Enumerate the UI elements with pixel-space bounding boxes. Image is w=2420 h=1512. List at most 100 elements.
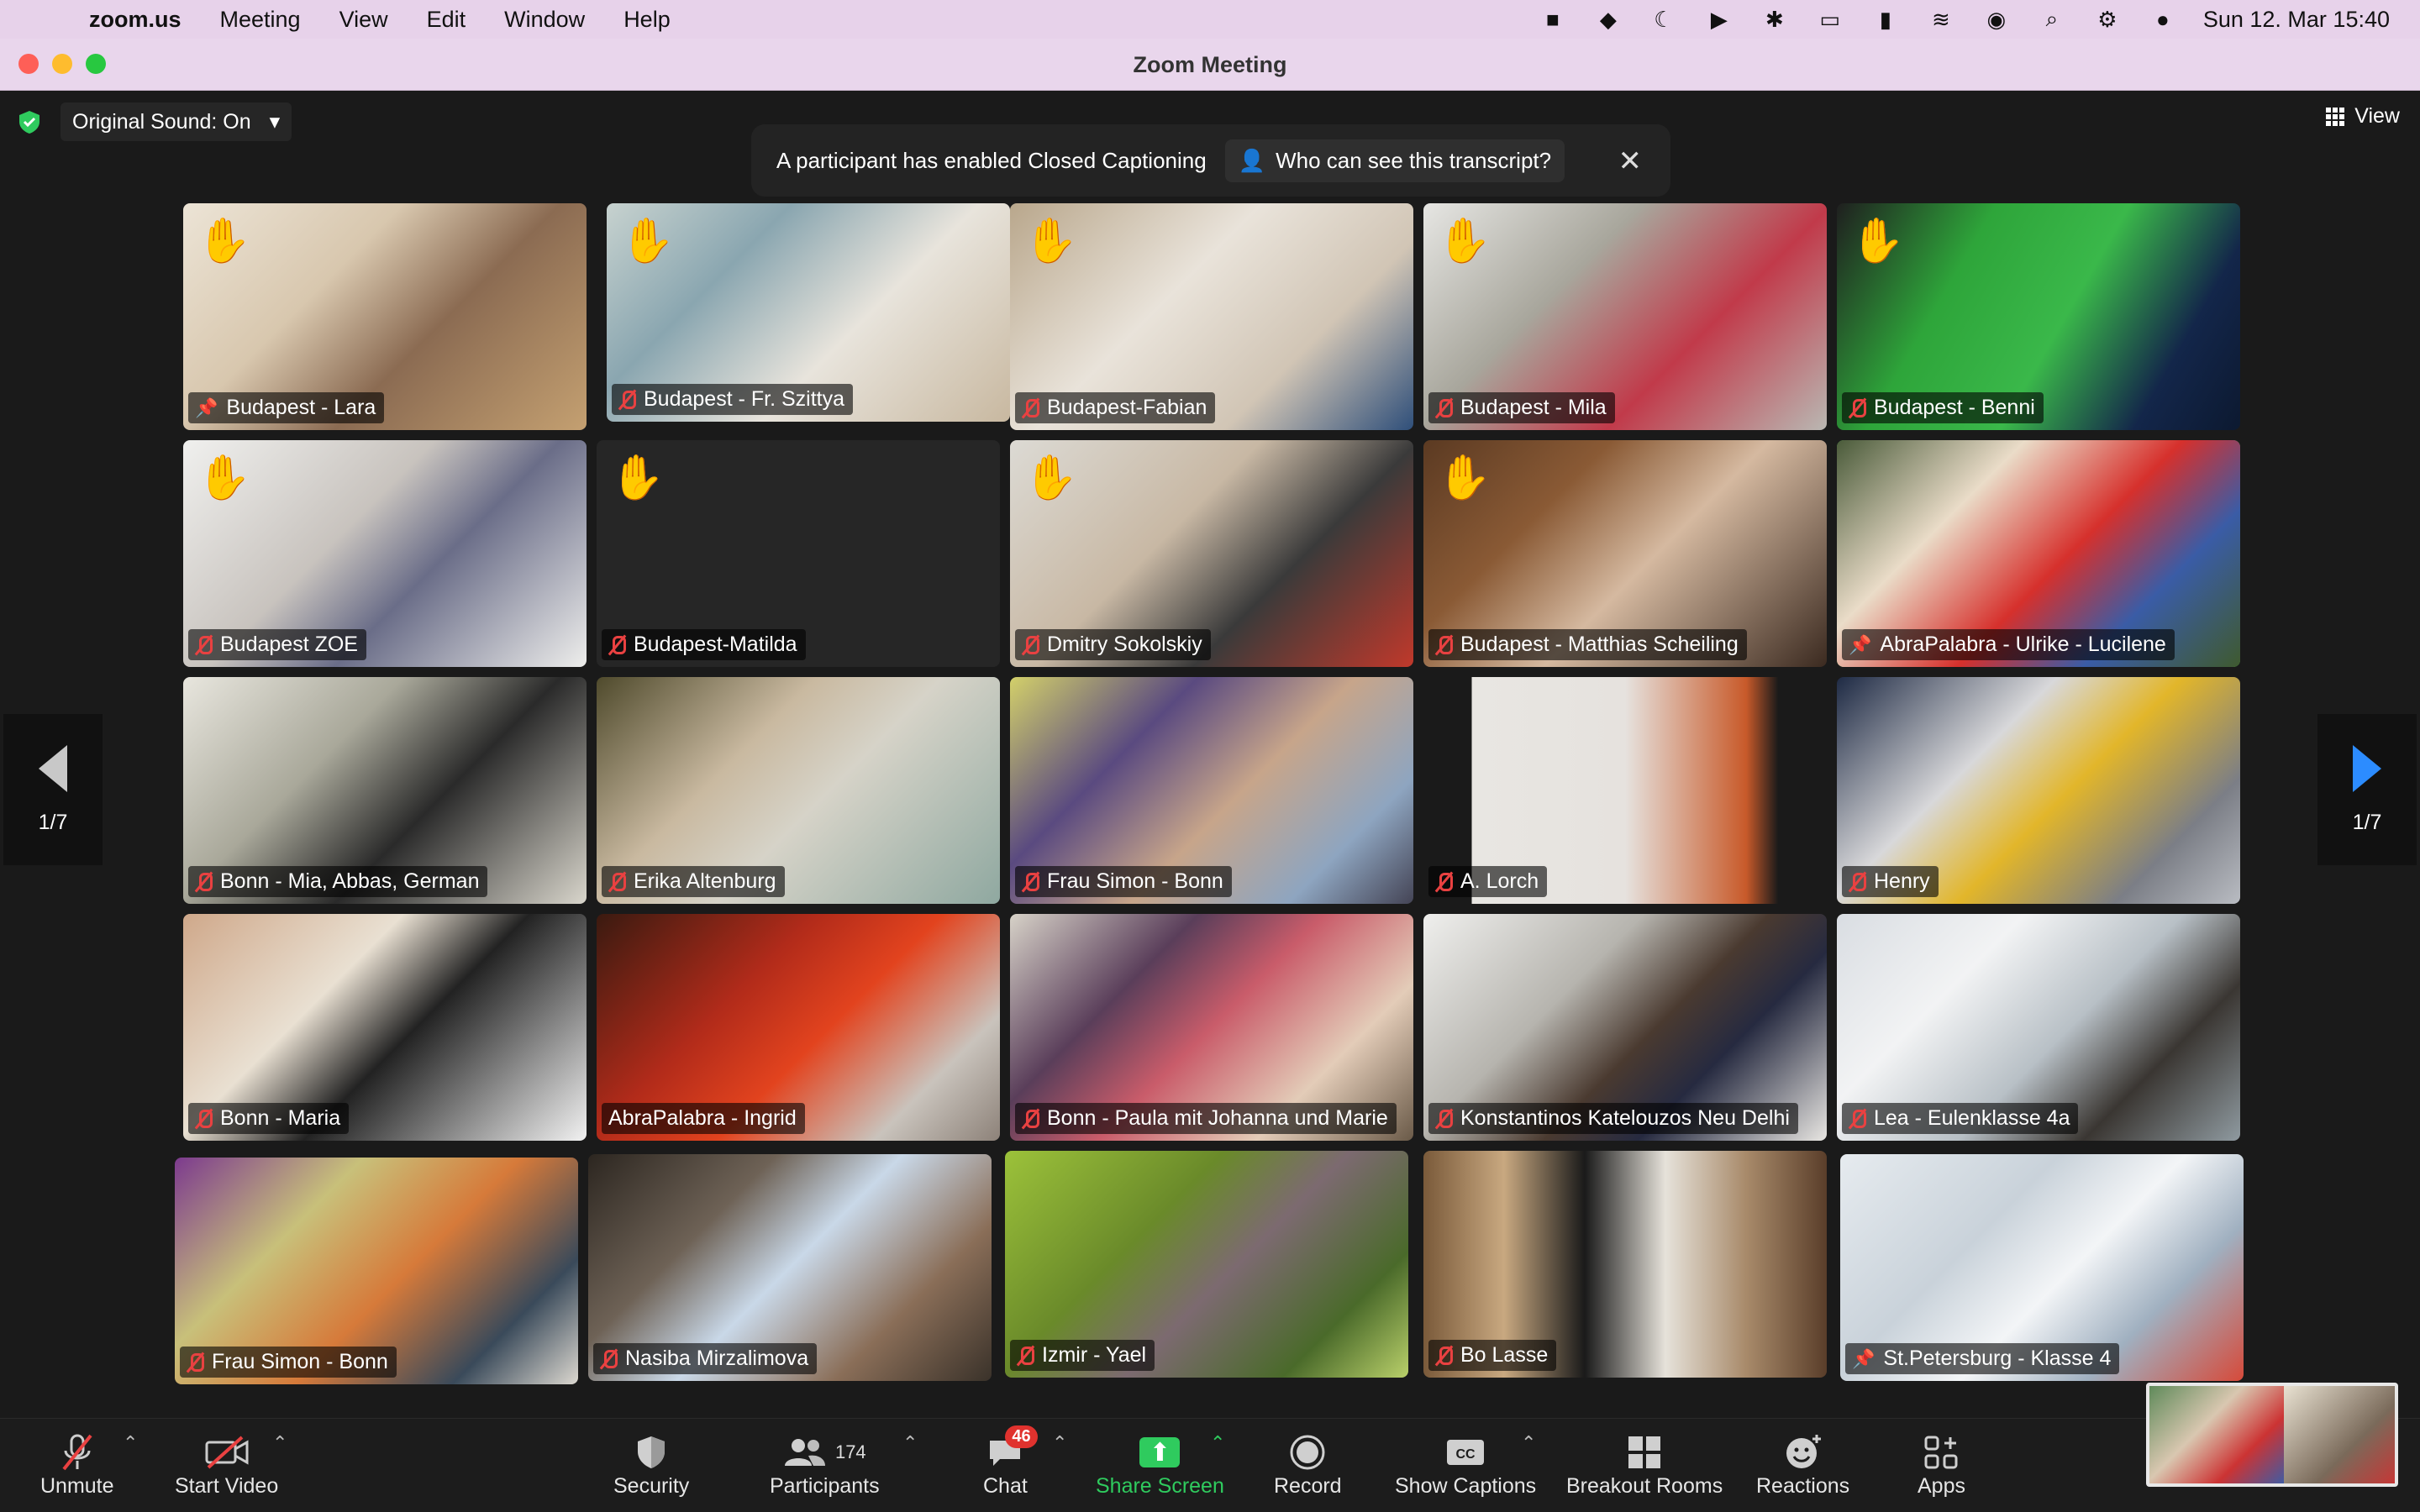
participant-name: Bonn - Maria [220, 1106, 341, 1130]
apps-label: Apps [1918, 1474, 1965, 1498]
reactions-button[interactable]: Reactions [1756, 1431, 1849, 1499]
participant-name-tag: Budapest - Matthias Scheiling [1428, 629, 1747, 660]
muted-mic-icon [195, 871, 213, 893]
video-options-caret[interactable]: ⌃ [272, 1431, 287, 1454]
video-tile[interactable]: Frau Simon - Bonn [1010, 677, 1413, 904]
video-tile[interactable]: ✋ Budapest-Matilda [597, 440, 1000, 667]
video-tile-active-speaker[interactable]: 📌 AbraPalabra - Ulrike - Lucilene [1837, 440, 2240, 667]
participant-name-tag: Bonn - Mia, Abbas, German [188, 866, 488, 897]
video-tile[interactable]: AbraPalabra - Ingrid [597, 914, 1000, 1141]
user-icon[interactable]: ◉ [1981, 7, 2012, 32]
participant-name-tag: Frau Simon - Bonn [180, 1347, 397, 1378]
macos-menu-bar: zoom.us Meeting View Edit Window Help ■ … [0, 0, 2420, 39]
video-tile[interactable]: ✋ Budapest - Mila [1423, 203, 1827, 430]
audio-options-caret[interactable]: ⌃ [123, 1431, 138, 1454]
unmute-button[interactable]: Unmute [40, 1431, 114, 1499]
chat-options-caret[interactable]: ⌃ [1052, 1431, 1067, 1454]
video-tile[interactable]: ✋ Budapest ZOE [183, 440, 587, 667]
siri-icon[interactable]: ● [2148, 7, 2178, 32]
menu-edit[interactable]: Edit [427, 7, 466, 33]
battery-icon[interactable]: ▮ [1870, 7, 1901, 32]
participant-name: Budapest - Matthias Scheiling [1460, 633, 1739, 656]
muted-mic-icon [1435, 634, 1453, 656]
participants-count: 174 [834, 1441, 866, 1462]
participant-name: Budapest ZOE [220, 633, 358, 656]
menu-view[interactable]: View [339, 7, 388, 33]
video-tile[interactable]: ✋ Budapest - Benni [1837, 203, 2240, 430]
security-shield-icon[interactable] [17, 109, 42, 134]
muted-mic-icon [195, 1108, 213, 1130]
video-tile[interactable]: ✋ Budapest - Fr. Szittya [607, 203, 1010, 422]
breakout-rooms-button[interactable]: Breakout Rooms [1566, 1431, 1723, 1499]
muted-mic-icon [1022, 634, 1039, 656]
menu-app[interactable]: zoom.us [89, 7, 182, 33]
participant-name-tag: 📌 Budapest - Lara [188, 392, 385, 423]
bluetooth-icon[interactable]: ✱ [1760, 7, 1790, 32]
shield-icon [634, 1431, 668, 1474]
participant-name-tag: Budapest-Matilda [602, 629, 806, 660]
start-video-button[interactable]: Start Video [175, 1431, 278, 1499]
chevron-up-icon: ⌃ [1210, 1432, 1226, 1453]
muted-mic-icon [1435, 871, 1453, 893]
original-sound-control: Original Sound: On ▾ [17, 102, 292, 141]
video-tile[interactable]: Bonn - Maria [183, 914, 587, 1141]
microphone-muted-icon [59, 1431, 96, 1474]
menu-help[interactable]: Help [623, 7, 671, 33]
captions-options-caret[interactable]: ⌃ [1521, 1431, 1536, 1454]
chevron-up-icon: ⌃ [123, 1432, 139, 1453]
share-screen-button[interactable]: ⬆ Share Screen [1096, 1431, 1224, 1499]
search-icon[interactable]: ⌕ [2037, 6, 2067, 32]
menu-window[interactable]: Window [504, 7, 585, 33]
next-page-button[interactable]: 1/7 [2317, 714, 2417, 865]
raised-hand-icon: ✋ [1437, 217, 1491, 265]
share-options-caret[interactable]: ⌃ [1210, 1431, 1225, 1454]
keyboard-icon[interactable]: ▭ [1815, 7, 1845, 32]
video-tile[interactable]: Bo Lasse [1423, 1151, 1827, 1378]
video-tile[interactable]: ✋ Budapest - Matthias Scheiling [1423, 440, 1827, 667]
participants-button[interactable]: 174 Participants [770, 1431, 880, 1499]
video-tile[interactable]: Bonn - Paula mit Johanna und Marie [1010, 914, 1413, 1141]
dropbox-icon[interactable]: ◆ [1593, 7, 1623, 32]
participant-name-tag: Henry [1842, 866, 1939, 897]
smiley-icon [1783, 1431, 1823, 1474]
video-tile[interactable]: Izmir - Yael [1005, 1151, 1408, 1378]
participants-options-caret[interactable]: ⌃ [902, 1431, 918, 1454]
original-sound-button[interactable]: Original Sound: On ▾ [60, 102, 292, 141]
record-button[interactable]: Record [1274, 1431, 1342, 1499]
video-tile[interactable]: A. Lorch [1423, 677, 1827, 904]
security-button[interactable]: Security [613, 1431, 689, 1499]
svg-text:CC: CC [1456, 1447, 1476, 1462]
who-can-see-transcript-button[interactable]: 👤 Who can see this transcript? [1224, 139, 1565, 182]
show-captions-button[interactable]: CC Show Captions [1395, 1431, 1536, 1499]
wifi-icon[interactable]: ≋ [1926, 7, 1956, 32]
self-view-video-right [2284, 1386, 2395, 1483]
view-button[interactable]: View [2326, 104, 2400, 129]
video-tile[interactable]: ✋ Dmitry Sokolskiy [1010, 440, 1413, 667]
moon-icon[interactable]: ☾ [1649, 7, 1679, 32]
menu-clock[interactable]: Sun 12. Mar 15:40 [2203, 7, 2390, 33]
video-status-icon[interactable]: ■ [1538, 7, 1568, 32]
video-tile[interactable]: ✋ 📌 Budapest - Lara [183, 203, 587, 430]
play-icon[interactable]: ▶ [1704, 7, 1734, 32]
chevron-down-icon[interactable]: ▾ [270, 109, 281, 134]
menu-meeting[interactable]: Meeting [220, 7, 301, 33]
video-tile[interactable]: Henry [1837, 677, 2240, 904]
muted-mic-icon [1435, 1345, 1453, 1367]
self-view-thumbnail[interactable] [2146, 1383, 2398, 1487]
person-icon: 👤 [1238, 147, 1266, 173]
video-tile[interactable]: 📌 St.Petersburg - Klasse 4 [1840, 1154, 2244, 1381]
video-tile[interactable]: Frau Simon - Bonn [175, 1158, 578, 1384]
chat-button[interactable]: 46 Chat [983, 1425, 1038, 1499]
participant-name-tag: Budapest - Benni [1842, 392, 2044, 423]
video-tile[interactable]: Erika Altenburg [597, 677, 1000, 904]
participant-name-tag: Konstantinos Katelouzos Neu Delhi [1428, 1103, 1798, 1134]
video-tile[interactable]: Bonn - Mia, Abbas, German [183, 677, 587, 904]
apps-button[interactable]: Apps [1918, 1431, 1965, 1499]
previous-page-button[interactable]: 1/7 [3, 714, 103, 865]
video-tile[interactable]: Konstantinos Katelouzos Neu Delhi [1423, 914, 1827, 1141]
video-tile[interactable]: Lea - Eulenklasse 4a [1837, 914, 2240, 1141]
control-center-icon[interactable]: ⚙ [2092, 7, 2123, 32]
close-icon[interactable]: ✕ [1618, 144, 1643, 178]
video-tile[interactable]: Nasiba Mirzalimova [588, 1154, 992, 1381]
video-tile[interactable]: ✋ Budapest-Fabian [1010, 203, 1413, 430]
